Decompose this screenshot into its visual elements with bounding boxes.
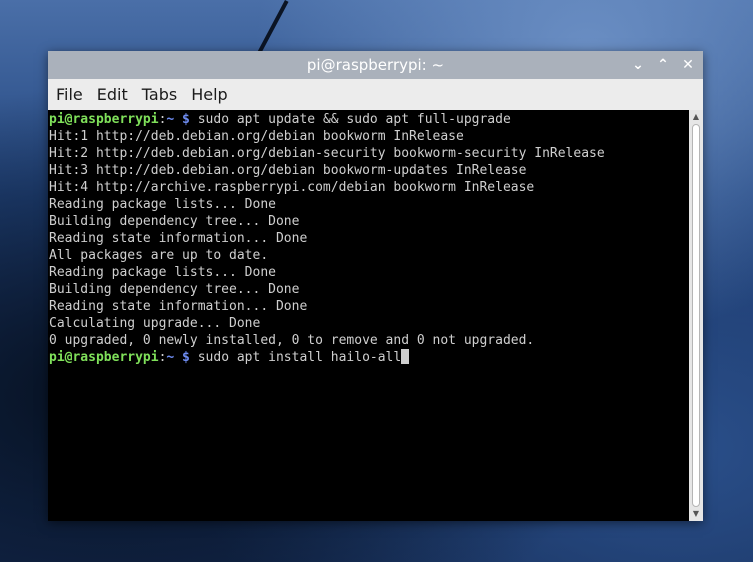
scroll-up-icon[interactable]: ▲ xyxy=(689,110,703,124)
menu-tabs[interactable]: Tabs xyxy=(134,85,177,104)
terminal-window: pi@raspberrypi: ~ ⌄ ⌃ ✕ File Edit Tabs H… xyxy=(48,51,703,521)
scroll-thumb[interactable] xyxy=(692,124,700,507)
output-line: Reading state information... Done xyxy=(49,299,308,314)
prompt-user: pi@raspberrypi xyxy=(49,112,159,127)
command-line-1: pi@raspberrypi:~ $ sudo apt update && su… xyxy=(49,111,689,128)
output-line: Reading package lists... Done xyxy=(49,197,276,212)
prompt-user: pi@raspberrypi xyxy=(49,350,159,365)
menu-bar: File Edit Tabs Help xyxy=(48,79,703,110)
output-line: Hit:3 http://deb.debian.org/debian bookw… xyxy=(49,163,527,178)
scroll-down-icon[interactable]: ▼ xyxy=(689,507,703,521)
output-line: Reading package lists... Done xyxy=(49,265,276,280)
output-line: Building dependency tree... Done xyxy=(49,214,300,229)
window-title: pi@raspberrypi: ~ xyxy=(306,56,445,74)
vertical-scrollbar[interactable]: ▲ ▼ xyxy=(689,110,703,521)
output-line: Building dependency tree... Done xyxy=(49,282,300,297)
output-line: Hit:1 http://deb.debian.org/debian bookw… xyxy=(49,129,464,144)
minimize-icon[interactable]: ⌄ xyxy=(628,55,648,75)
command-text: sudo apt update && sudo apt full-upgrade xyxy=(189,112,511,127)
output-line: Calculating upgrade... Done xyxy=(49,316,261,331)
text-cursor xyxy=(401,349,410,364)
menu-file[interactable]: File xyxy=(48,85,83,104)
output-line: Reading state information... Done xyxy=(49,231,308,246)
title-bar[interactable]: pi@raspberrypi: ~ ⌄ ⌃ ✕ xyxy=(48,51,703,79)
menu-help[interactable]: Help xyxy=(183,85,227,104)
output-line: 0 upgraded, 0 newly installed, 0 to remo… xyxy=(49,333,535,348)
maximize-icon[interactable]: ⌃ xyxy=(653,55,673,75)
output-line: All packages are up to date. xyxy=(49,248,269,263)
menu-edit[interactable]: Edit xyxy=(89,85,128,104)
prompt-dollar: $ xyxy=(174,112,190,127)
command-line-2: pi@raspberrypi:~ $ sudo apt install hail… xyxy=(49,349,689,366)
close-icon[interactable]: ✕ xyxy=(678,55,698,75)
command-input-text[interactable]: sudo apt install hailo-all xyxy=(190,350,402,365)
prompt-dollar: $ xyxy=(174,350,190,365)
terminal-area[interactable]: pi@raspberrypi:~ $ sudo apt update && su… xyxy=(48,110,689,521)
output-line: Hit:2 http://deb.debian.org/debian-secur… xyxy=(49,146,605,161)
output-line: Hit:4 http://archive.raspberrypi.com/deb… xyxy=(49,180,535,195)
